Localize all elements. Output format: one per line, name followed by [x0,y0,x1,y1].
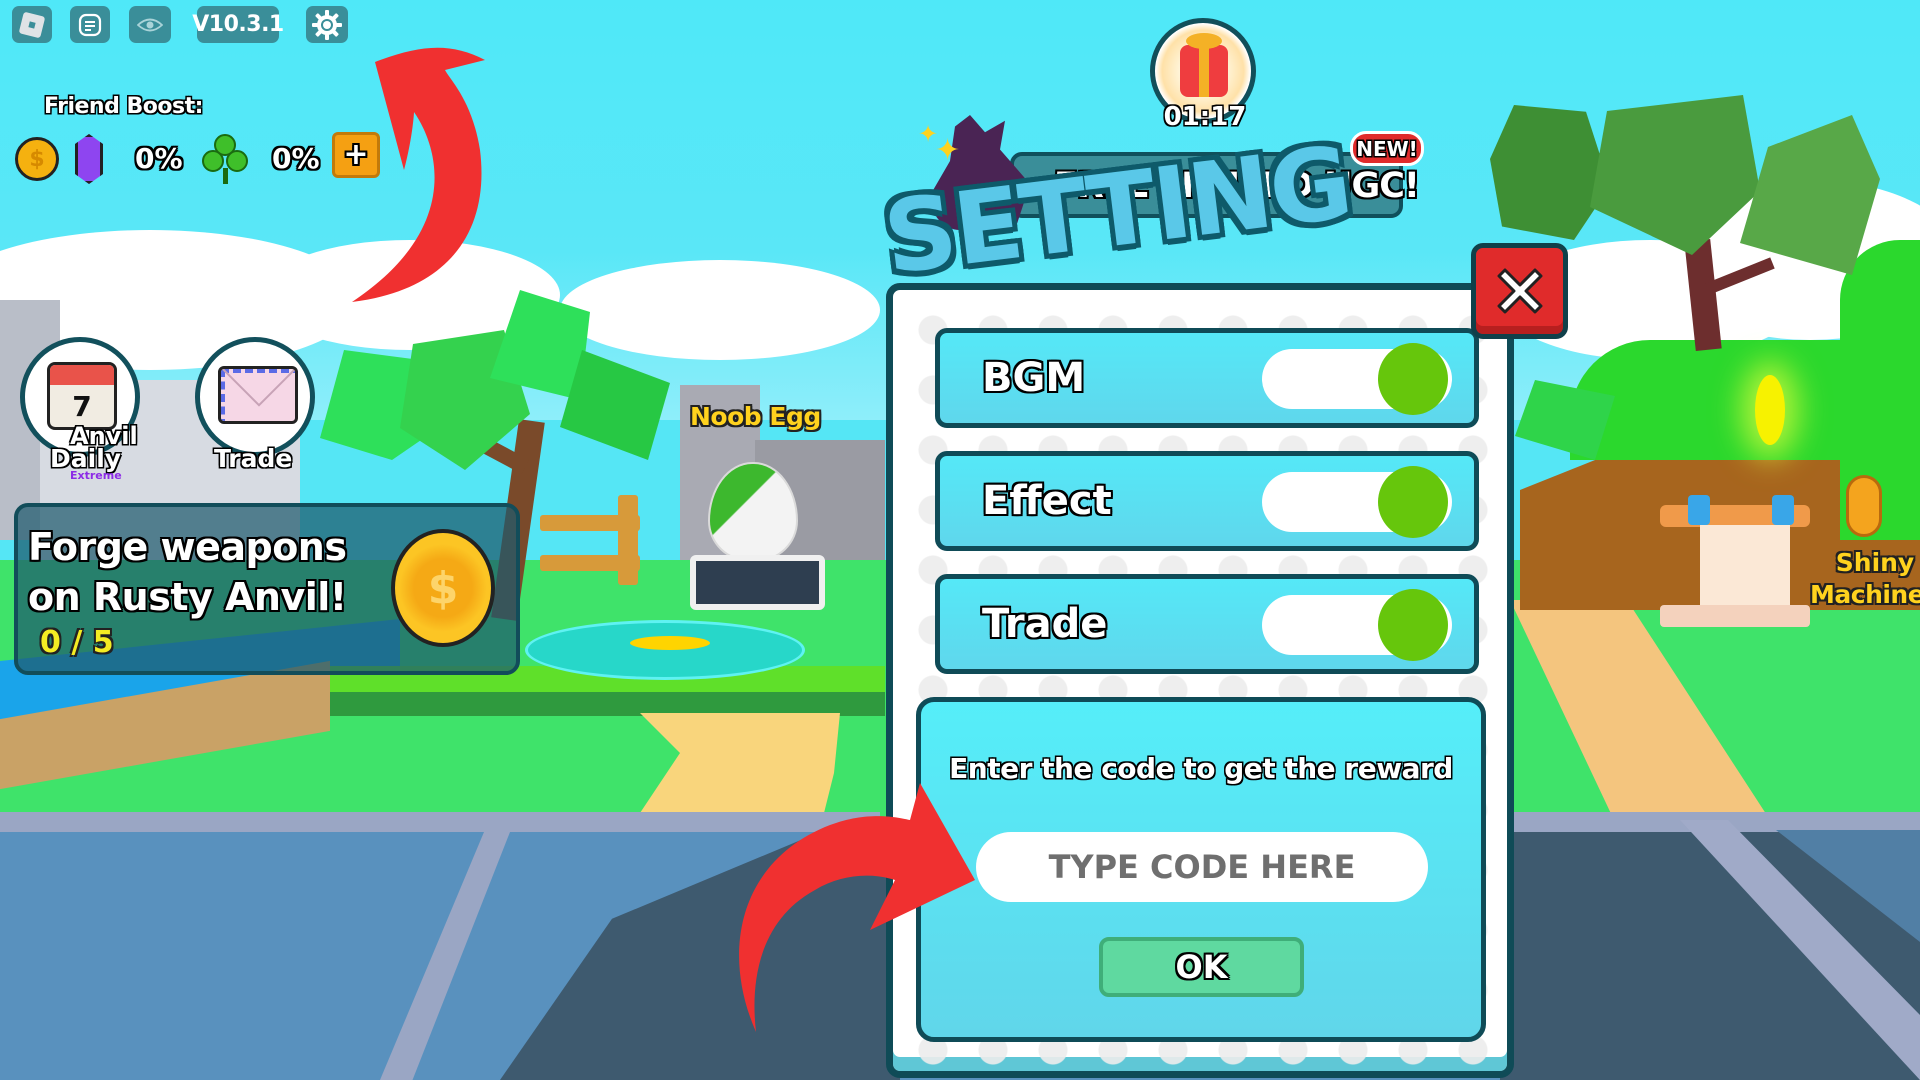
annotation-arrow-up [352,47,485,302]
cloud [560,260,880,360]
machine-light [1688,495,1710,525]
toggle-knob [1378,343,1448,415]
gem-icon [75,134,103,184]
roblox-menu-button[interactable] [12,6,52,43]
toggle-effect[interactable] [1262,466,1452,538]
toggle-trade[interactable] [1262,589,1452,661]
quest-title-line1: Forge weapons [28,525,347,569]
toggle-knob [1378,589,1448,661]
daily-sublabel: Extreme [70,469,122,482]
machine-light [1772,495,1794,525]
shiny-machine-icon [1846,475,1882,537]
new-badge: NEW! [1350,131,1424,166]
visibility-button[interactable] [129,6,171,43]
egg-stand [690,555,825,610]
noob-egg-label: Noob Egg [690,402,821,431]
machine-base [1660,605,1810,627]
gear-icon [312,9,342,40]
glowing-crystal [1755,375,1785,445]
envelope-icon [218,366,298,424]
version-text: V10.3.1 [192,12,284,37]
gift-timer-text: 01:17 [1163,102,1247,132]
setting-row-bgm: BGM [935,328,1479,428]
setting-row-trade: Trade [935,574,1479,674]
setting-label-effect: Effect [982,478,1112,524]
gem-boost-percent: 0% [135,142,183,175]
version-badge: V10.3.1 [192,6,284,43]
chat-icon [78,13,102,36]
coin-on-ground [630,636,710,650]
code-redeem-box: Enter the code to get the reward OK [916,697,1486,1042]
spawn-pad [525,620,805,680]
eye-icon [137,18,163,31]
code-hint-text: Enter the code to get the reward [949,752,1453,785]
quest-title-line2: on Rusty Anvil! [28,575,347,619]
friend-boost-label: Friend Boost: [44,94,203,119]
fence-post [618,495,638,585]
toggle-knob [1378,466,1448,538]
ok-button[interactable]: OK [1099,937,1304,997]
sparkle-icon: ✦ [935,133,961,168]
toggle-bgm[interactable] [1262,343,1452,415]
roblox-logo-icon [18,11,46,38]
settings-panel: BGM Effect Trade Enter the code to get t… [886,283,1514,1078]
quest-card[interactable]: Forge weapons on Rusty Anvil! 0 / 5 $ [14,503,520,675]
quest-progress: 0 / 5 [40,625,114,660]
coin-icon: $ [15,137,59,181]
close-icon [1497,268,1542,314]
calendar-icon: 7 [47,362,117,430]
luck-boost-percent: 0% [272,142,320,175]
quest-reward-coin-icon: $ [391,529,495,647]
clover-icon [202,134,250,184]
annotation-arrow-right [739,783,975,1032]
setting-label-trade: Trade [982,601,1108,647]
setting-row-effect: Effect [935,451,1479,551]
chat-button[interactable] [70,6,110,43]
gift-icon [1180,33,1228,97]
machine-body [1700,525,1790,615]
trade-label: Trade [214,444,293,473]
close-button[interactable] [1471,243,1568,339]
grass-ledge [330,690,885,716]
code-input[interactable] [976,832,1428,902]
trade-button[interactable] [195,337,315,457]
shiny-machine-label-line2: Machine [1810,580,1920,609]
shiny-machine-label-line1: Shiny [1835,548,1915,577]
setting-label-bgm: BGM [982,355,1086,401]
